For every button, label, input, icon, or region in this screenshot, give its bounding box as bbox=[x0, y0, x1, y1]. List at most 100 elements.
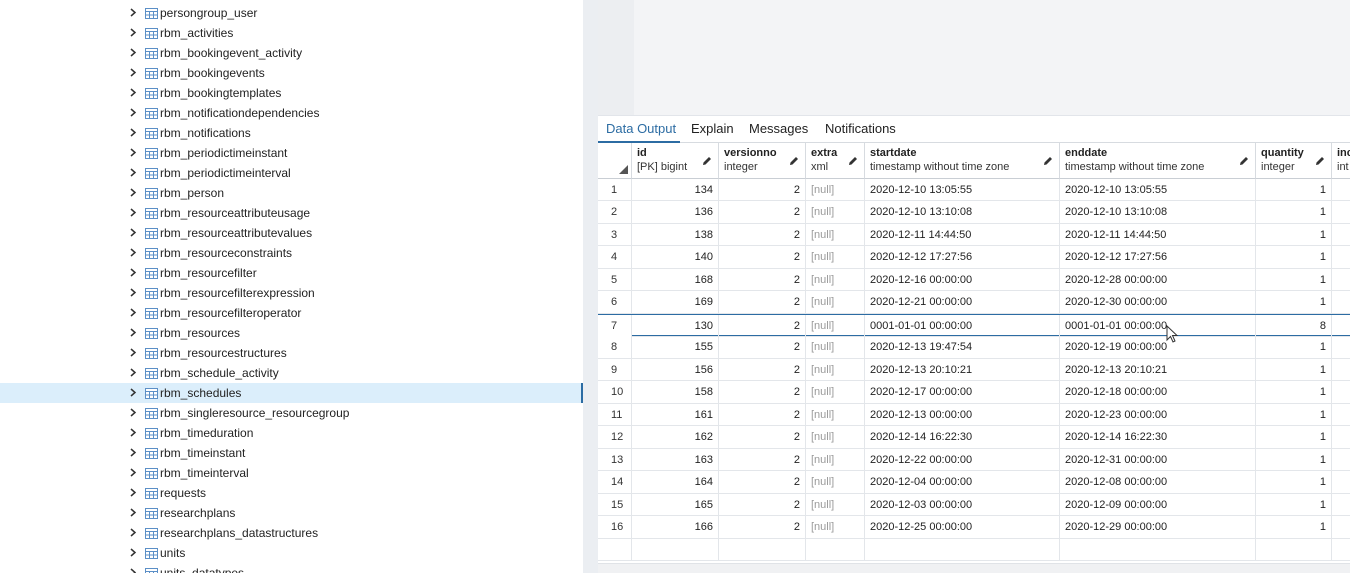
tree-item-table[interactable]: rbm_resources bbox=[0, 323, 583, 343]
cell-enddate[interactable]: 2020-12-28 00:00:00 bbox=[1060, 268, 1256, 291]
chevron-right-icon[interactable] bbox=[128, 63, 138, 83]
tree-item-table[interactable]: rbm_notifications bbox=[0, 123, 583, 143]
table-row[interactable]: 2 136 2 [null] 2020-12-10 13:10:08 2020-12-10… bbox=[598, 201, 1350, 224]
horizontal-scrollbar[interactable] bbox=[598, 563, 1350, 573]
cell-startdate[interactable]: 2020-12-04 00:00:00 bbox=[865, 471, 1060, 494]
cell-id[interactable]: 130 bbox=[632, 314, 719, 337]
column-header-versionno[interactable]: versionno integer bbox=[719, 143, 806, 179]
cell-enddate[interactable] bbox=[1060, 538, 1256, 561]
row-number[interactable]: 15 bbox=[598, 493, 632, 516]
cell-extra[interactable]: [null] bbox=[806, 268, 865, 291]
chevron-right-icon[interactable] bbox=[128, 383, 138, 403]
cell-startdate[interactable]: 2020-12-10 13:05:55 bbox=[865, 178, 1060, 201]
cell-versionno[interactable]: 2 bbox=[719, 426, 806, 449]
row-number[interactable]: 3 bbox=[598, 223, 632, 246]
chevron-right-icon[interactable] bbox=[128, 523, 138, 543]
tree-item-table[interactable]: rbm_timeinstant bbox=[0, 443, 583, 463]
cell-versionno[interactable]: 2 bbox=[719, 358, 806, 381]
cell-quantity[interactable]: 1 bbox=[1256, 246, 1332, 269]
cell-startdate[interactable]: 2020-12-21 00:00:00 bbox=[865, 291, 1060, 314]
cell-quantity[interactable] bbox=[1256, 538, 1332, 561]
cell-enddate[interactable]: 2020-12-23 00:00:00 bbox=[1060, 403, 1256, 426]
cell-startdate[interactable]: 2020-12-17 00:00:00 bbox=[865, 381, 1060, 404]
cell-quantity[interactable]: 1 bbox=[1256, 201, 1332, 224]
cell-inc[interactable] bbox=[1332, 471, 1350, 494]
cell-inc[interactable] bbox=[1332, 516, 1350, 539]
cell-versionno[interactable]: 2 bbox=[719, 403, 806, 426]
row-number[interactable]: 5 bbox=[598, 268, 632, 291]
cell-id[interactable]: 140 bbox=[632, 246, 719, 269]
chevron-right-icon[interactable] bbox=[128, 3, 138, 23]
table-row[interactable]: 7 130 2 [null] 0001-01-01 00:00:00 0001-01-01… bbox=[598, 313, 1350, 337]
cell-quantity[interactable]: 1 bbox=[1256, 448, 1332, 471]
cell-id[interactable]: 156 bbox=[632, 358, 719, 381]
cell-startdate[interactable]: 2020-12-22 00:00:00 bbox=[865, 448, 1060, 471]
cell-id[interactable]: 158 bbox=[632, 381, 719, 404]
table-row-empty[interactable] bbox=[598, 538, 1350, 561]
cell-quantity[interactable]: 1 bbox=[1256, 403, 1332, 426]
cell-extra[interactable]: [null] bbox=[806, 403, 865, 426]
chevron-right-icon[interactable] bbox=[128, 543, 138, 563]
cell-inc[interactable] bbox=[1332, 246, 1350, 269]
tab-notifications[interactable]: Notifications bbox=[825, 121, 896, 136]
cell-id[interactable]: 136 bbox=[632, 201, 719, 224]
tree-item-table[interactable]: rbm_bookingevents bbox=[0, 63, 583, 83]
table-row[interactable]: 5 168 2 [null] 2020-12-16 00:00:00 2020-12-28… bbox=[598, 268, 1350, 291]
cell-extra[interactable]: [null] bbox=[806, 471, 865, 494]
column-header-id[interactable]: id [PK] bigint bbox=[632, 143, 719, 179]
column-header-quantity[interactable]: quantity integer bbox=[1256, 143, 1332, 179]
cell-startdate[interactable]: 2020-12-13 19:47:54 bbox=[865, 336, 1060, 359]
cell-enddate[interactable]: 0001-01-01 00:00:00 bbox=[1060, 314, 1256, 337]
row-number[interactable] bbox=[598, 538, 632, 561]
cell-startdate[interactable]: 2020-12-14 16:22:30 bbox=[865, 426, 1060, 449]
cell-versionno[interactable]: 2 bbox=[719, 291, 806, 314]
chevron-right-icon[interactable] bbox=[128, 303, 138, 323]
tree-item-table[interactable]: rbm_resourcestructures bbox=[0, 343, 583, 363]
row-number[interactable]: 14 bbox=[598, 471, 632, 494]
cell-extra[interactable] bbox=[806, 538, 865, 561]
query-editor[interactable] bbox=[598, 0, 1350, 115]
tree-item-table[interactable]: persongroup_user bbox=[0, 3, 583, 23]
tree-item-table[interactable]: rbm_singleresource_resourcegroup bbox=[0, 403, 583, 423]
tree-item-table[interactable]: rbm_bookingtemplates bbox=[0, 83, 583, 103]
row-number[interactable]: 12 bbox=[598, 426, 632, 449]
cell-enddate[interactable]: 2020-12-08 00:00:00 bbox=[1060, 471, 1256, 494]
tree-item-table[interactable]: rbm_periodictimeinterval bbox=[0, 163, 583, 183]
table-row[interactable]: 11 161 2 [null] 2020-12-13 00:00:00 2020-12-2… bbox=[598, 403, 1350, 426]
cell-id[interactable]: 138 bbox=[632, 223, 719, 246]
row-number[interactable]: 10 bbox=[598, 381, 632, 404]
cell-quantity[interactable]: 1 bbox=[1256, 381, 1332, 404]
chevron-right-icon[interactable] bbox=[128, 503, 138, 523]
cell-id[interactable]: 163 bbox=[632, 448, 719, 471]
cell-id[interactable]: 134 bbox=[632, 178, 719, 201]
cell-enddate[interactable]: 2020-12-31 00:00:00 bbox=[1060, 448, 1256, 471]
cell-extra[interactable]: [null] bbox=[806, 201, 865, 224]
cell-enddate[interactable]: 2020-12-19 00:00:00 bbox=[1060, 336, 1256, 359]
chevron-right-icon[interactable] bbox=[128, 463, 138, 483]
cell-enddate[interactable]: 2020-12-10 13:05:55 bbox=[1060, 178, 1256, 201]
cell-extra[interactable]: [null] bbox=[806, 336, 865, 359]
cell-inc[interactable] bbox=[1332, 224, 1350, 246]
cell-startdate[interactable]: 2020-12-03 00:00:00 bbox=[865, 493, 1060, 516]
cell-versionno[interactable]: 2 bbox=[719, 336, 806, 359]
cell-extra[interactable]: [null] bbox=[806, 291, 865, 314]
row-number[interactable]: 7 bbox=[598, 314, 632, 337]
chevron-right-icon[interactable] bbox=[128, 363, 138, 383]
cell-extra[interactable]: [null] bbox=[806, 223, 865, 246]
row-number[interactable]: 9 bbox=[598, 358, 632, 381]
cell-versionno[interactable]: 2 bbox=[719, 314, 806, 337]
chevron-right-icon[interactable] bbox=[128, 263, 138, 283]
table-row[interactable]: 4 140 2 [null] 2020-12-12 17:27:56 2020-12-12… bbox=[598, 246, 1350, 269]
cell-extra[interactable]: [null] bbox=[806, 314, 865, 337]
tree-item-table[interactable]: rbm_timeduration bbox=[0, 423, 583, 443]
tree-item-table[interactable]: researchplans bbox=[0, 503, 583, 523]
table-row[interactable]: 15 165 2 [null] 2020-12-03 00:00:00 2020-12-0… bbox=[598, 493, 1350, 516]
cell-quantity[interactable]: 1 bbox=[1256, 223, 1332, 246]
pencil-icon[interactable] bbox=[1315, 155, 1325, 165]
tree-item-table[interactable]: units bbox=[0, 543, 583, 563]
chevron-right-icon[interactable] bbox=[128, 343, 138, 363]
tree-item-table[interactable]: rbm_notificationdependencies bbox=[0, 103, 583, 123]
cell-versionno[interactable]: 2 bbox=[719, 381, 806, 404]
cell-startdate[interactable]: 2020-12-16 00:00:00 bbox=[865, 268, 1060, 291]
grid-corner[interactable] bbox=[598, 143, 632, 179]
